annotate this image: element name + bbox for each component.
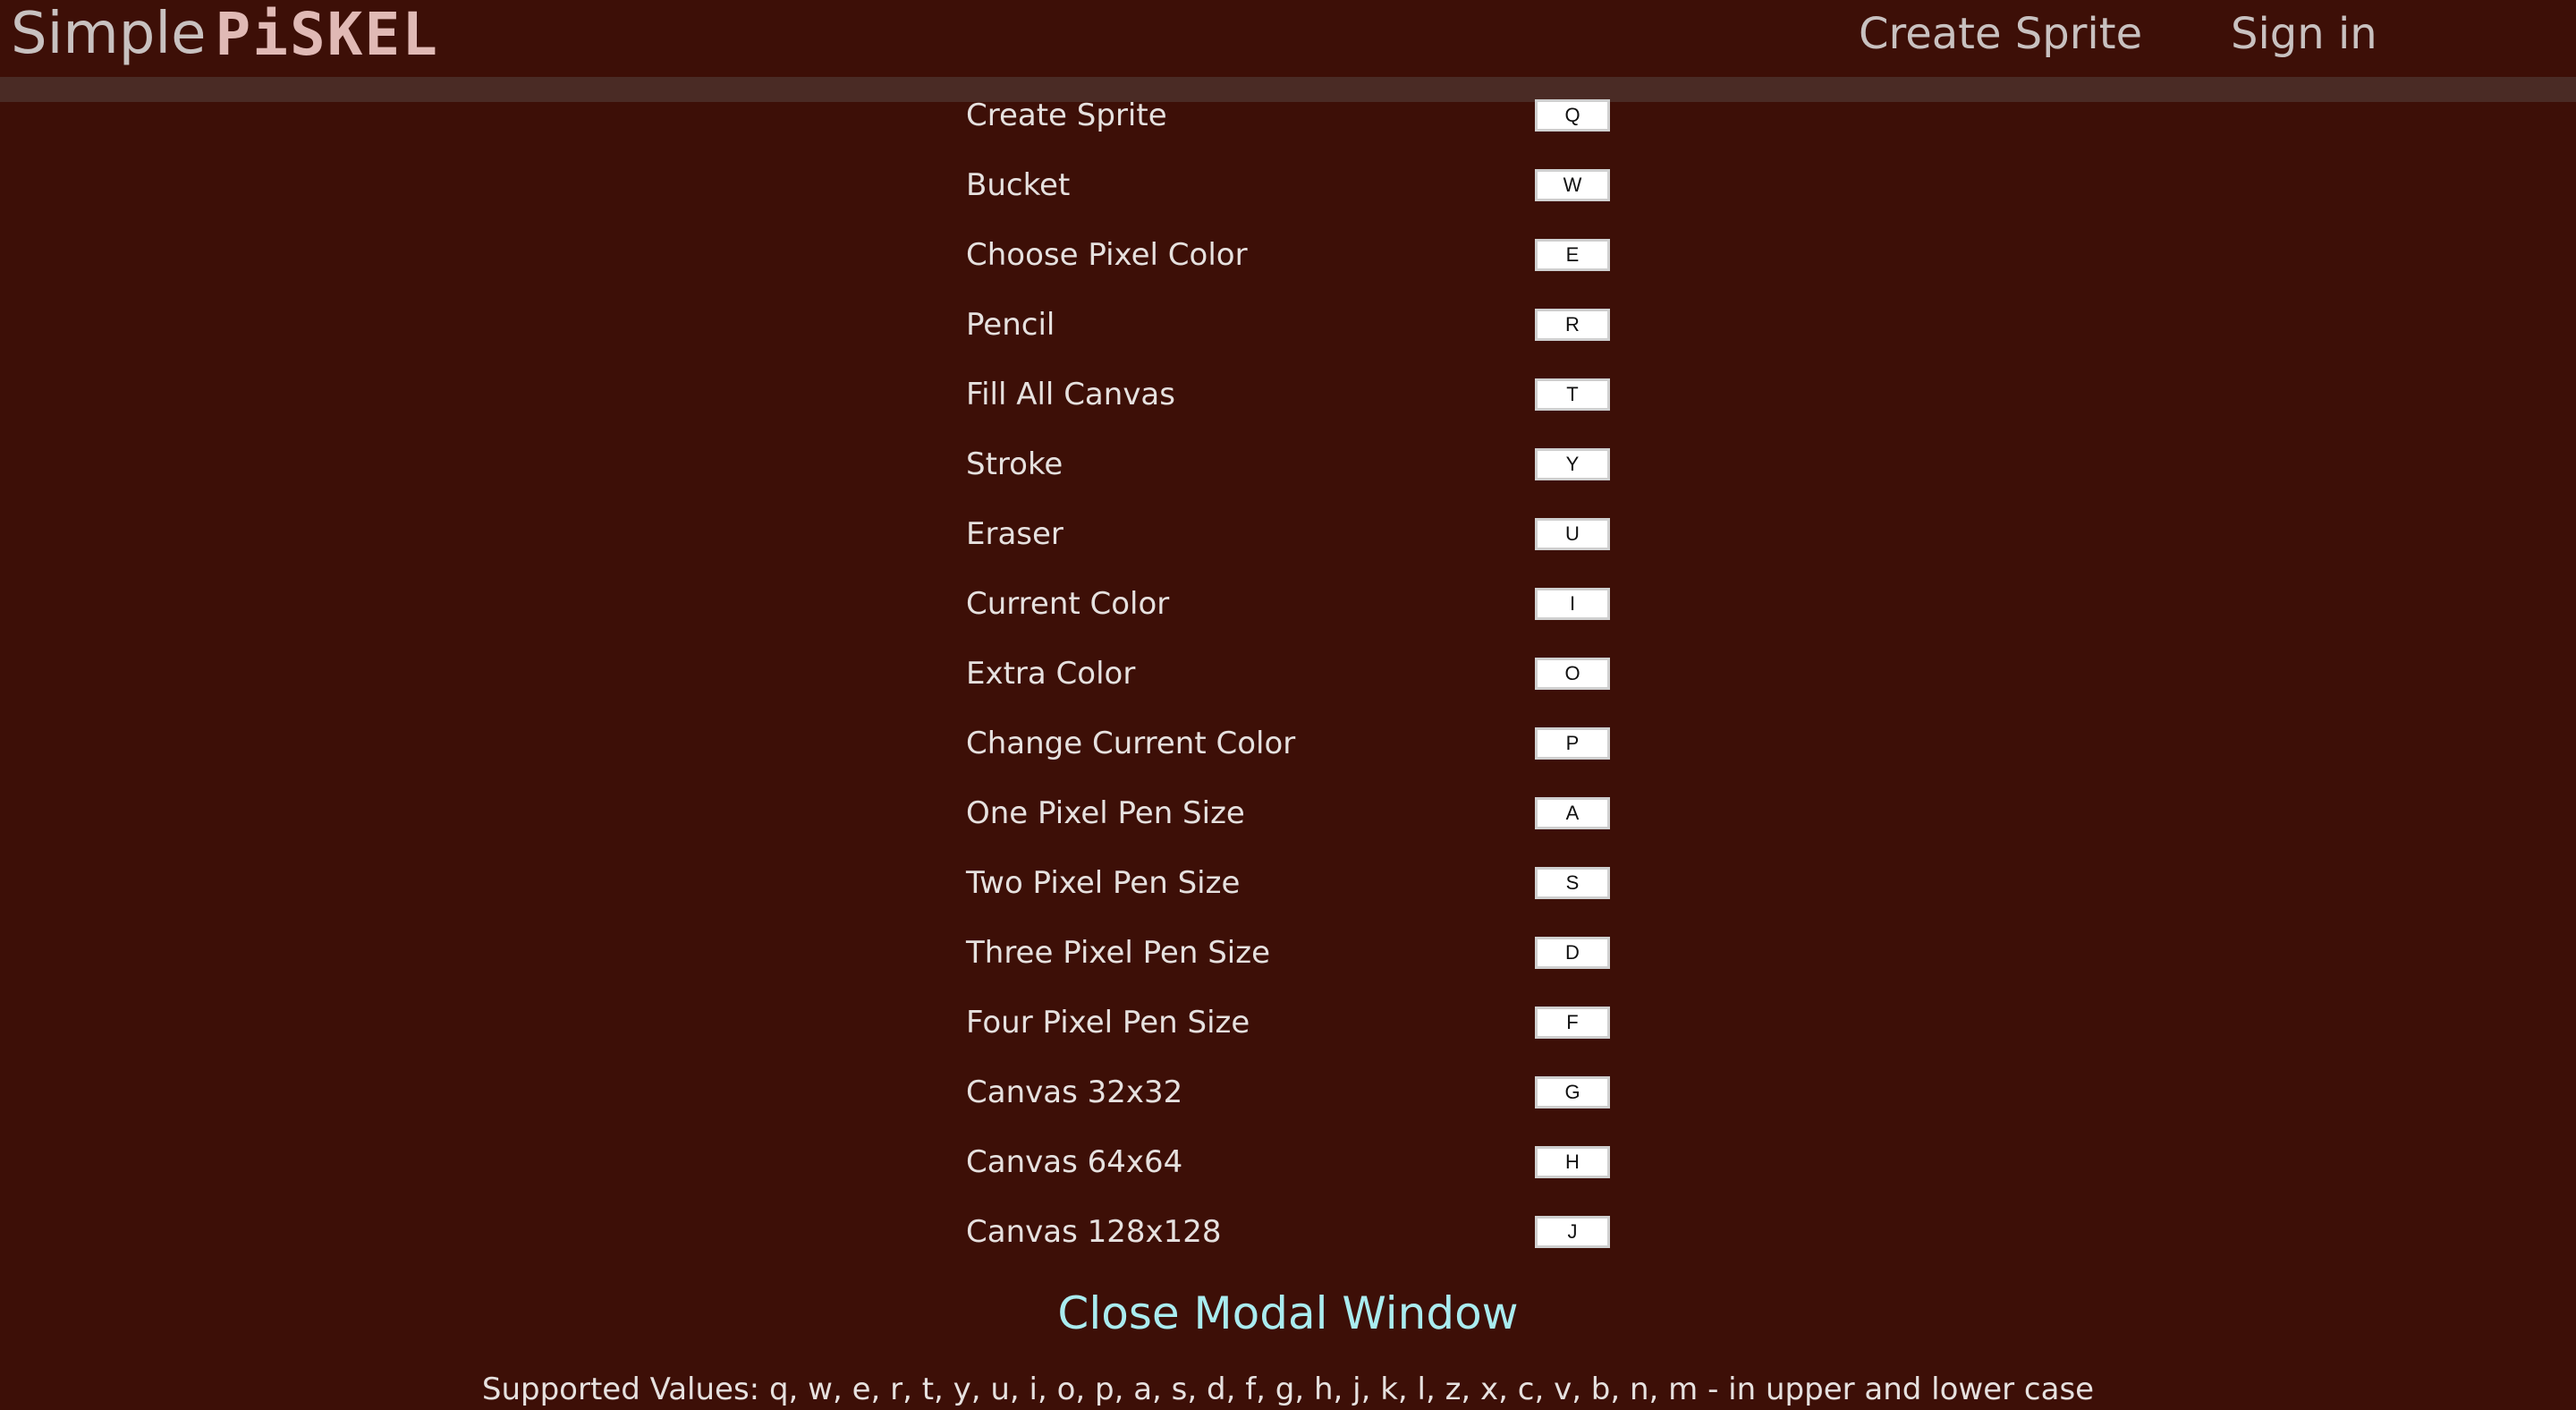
shortcut-label: Canvas 64x64	[966, 1144, 1183, 1180]
shortcut-label: Current Color	[966, 586, 1170, 622]
shortcut-label: Fill All Canvas	[966, 377, 1175, 412]
shortcut-key-input[interactable]: U	[1535, 518, 1610, 550]
shortcut-key-input[interactable]: S	[1535, 867, 1610, 899]
shortcut-row: Canvas 128x128 J	[964, 1197, 1626, 1267]
shortcut-row: Canvas 32x32 G	[964, 1058, 1626, 1127]
shortcut-key-input[interactable]: E	[1535, 239, 1610, 271]
shortcut-row: Create Sprite Q	[964, 81, 1626, 150]
shortcut-label: One Pixel Pen Size	[966, 795, 1245, 831]
shortcut-label: Change Current Color	[966, 726, 1296, 761]
shortcut-list: Create Sprite Q Bucket W Choose Pixel Color E…	[0, 0, 2576, 1410]
shortcut-label: Two Pixel Pen Size	[966, 865, 1241, 901]
shortcut-row: Canvas 64x64 H	[964, 1127, 1626, 1197]
shortcut-key-input[interactable]: J	[1535, 1216, 1610, 1248]
shortcut-key-input[interactable]: Q	[1535, 99, 1610, 132]
shortcut-row: Three Pixel Pen Size D	[964, 918, 1626, 988]
shortcut-label: Bucket	[966, 167, 1071, 203]
shortcut-key-input[interactable]: W	[1535, 169, 1610, 201]
shortcut-key-input[interactable]: G	[1535, 1076, 1610, 1108]
shortcut-row: Fill All Canvas T	[964, 360, 1626, 429]
shortcut-key-input[interactable]: A	[1535, 797, 1610, 829]
shortcut-key-input[interactable]: D	[1535, 937, 1610, 969]
shortcut-row: Change Current Color P	[964, 709, 1626, 778]
shortcut-row: Current Color I	[964, 569, 1626, 639]
shortcut-row: Choose Pixel Color E	[964, 220, 1626, 290]
shortcut-key-input[interactable]: P	[1535, 727, 1610, 760]
shortcut-label: Canvas 32x32	[966, 1074, 1183, 1110]
supported-values-text: Supported Values: q, w, e, r, t, y, u, i…	[481, 1372, 2095, 1407]
shortcut-key-input[interactable]: F	[1535, 1007, 1610, 1039]
shortcut-key-input[interactable]: T	[1535, 378, 1610, 411]
shortcut-label: Four Pixel Pen Size	[966, 1005, 1250, 1041]
shortcut-key-input[interactable]: O	[1535, 658, 1610, 690]
shortcut-label: Three Pixel Pen Size	[966, 935, 1270, 971]
shortcut-label: Extra Color	[966, 656, 1136, 692]
shortcut-label: Canvas 128x128	[966, 1214, 1222, 1250]
shortcut-key-input[interactable]: I	[1535, 588, 1610, 620]
shortcut-row: Four Pixel Pen Size F	[964, 988, 1626, 1058]
shortcut-label: Stroke	[966, 446, 1063, 482]
shortcut-row: Stroke Y	[964, 429, 1626, 499]
shortcut-label: Eraser	[966, 516, 1063, 552]
shortcut-key-input[interactable]: H	[1535, 1146, 1610, 1178]
shortcut-row: Extra Color O	[964, 639, 1626, 709]
shortcut-label: Create Sprite	[966, 98, 1167, 133]
shortcut-row: Pencil R	[964, 290, 1626, 360]
shortcut-row: Two Pixel Pen Size S	[964, 848, 1626, 918]
close-modal-button[interactable]: Close Modal Window	[0, 1281, 2576, 1346]
shortcut-row: Bucket W	[964, 150, 1626, 220]
shortcut-key-input[interactable]: R	[1535, 309, 1610, 341]
shortcut-label: Choose Pixel Color	[966, 237, 1248, 273]
shortcut-row: Eraser U	[964, 499, 1626, 569]
shortcut-key-input[interactable]: Y	[1535, 448, 1610, 480]
shortcut-row: One Pixel Pen Size A	[964, 778, 1626, 848]
shortcut-label: Pencil	[966, 307, 1055, 343]
